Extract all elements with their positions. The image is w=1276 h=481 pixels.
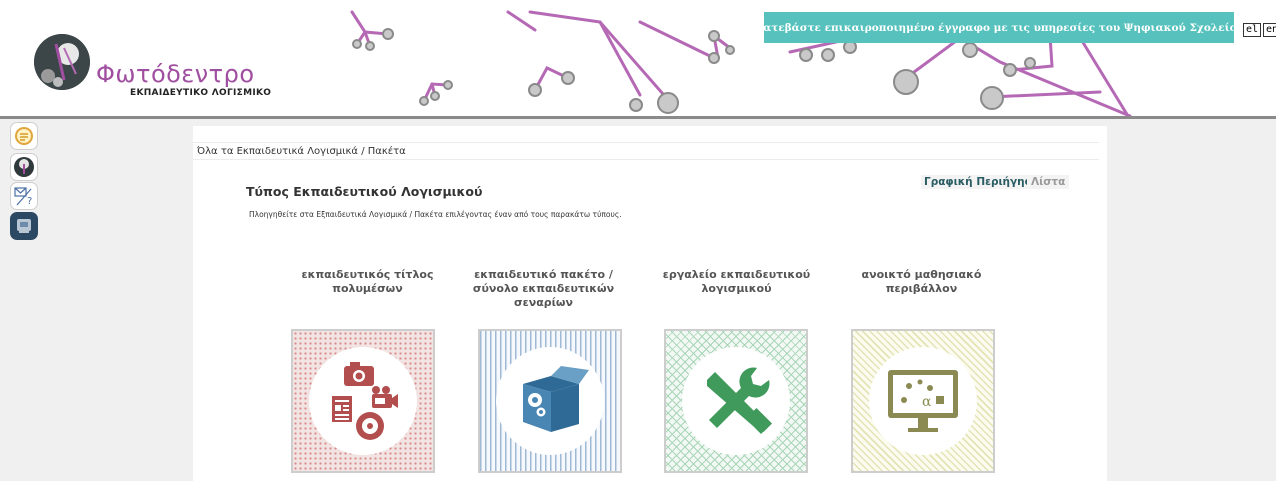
divider <box>193 142 1099 143</box>
type-card-multimedia[interactable] <box>291 329 435 473</box>
header-divider <box>0 116 1276 119</box>
type-card-tool[interactable] <box>664 329 808 473</box>
download-document-banner[interactable]: Κατεβάστε επικαιροποιημένο έγγραφο με τι… <box>754 12 1244 43</box>
site-subtitle: ΕΚΠΑΙΔΕΥΤΙΚΟ ΛΟΓΙΣΜΙΚΟ <box>130 88 272 98</box>
type-card-package[interactable] <box>478 329 622 473</box>
side-toolbar: ? <box>6 120 40 480</box>
type-label-tool[interactable]: εργαλείο εκπαιδευτικού λογισμικού <box>649 268 824 296</box>
language-en-button[interactable]: en <box>1263 23 1276 37</box>
type-label-package[interactable]: εκπαιδευτικό πακέτο / σύνολο εκπαιδευτικ… <box>456 268 631 310</box>
package-box-icon <box>496 347 604 455</box>
tools-icon <box>682 347 790 455</box>
learning-environment-icon: α <box>869 347 977 455</box>
contact-icon[interactable]: ? <box>10 182 38 210</box>
type-label-multimedia[interactable]: εκπαιδευτικός τίτλος πολυμέσων <box>280 268 455 296</box>
section-title: Τύπος Εκπαιδευτικού Λογισμικού <box>246 184 483 199</box>
logo-icon[interactable] <box>34 34 90 90</box>
help-icon[interactable] <box>10 122 38 150</box>
site-header: Φωτόδεντρο ΕΚΠΑΙΔΕΥΤΙΚΟ ΛΟΓΙΣΜΙΚΟ Κατεβά… <box>0 0 1276 118</box>
svg-text:?: ? <box>27 196 32 207</box>
type-card-environment[interactable]: α <box>851 329 995 473</box>
language-el-button[interactable]: el <box>1243 23 1262 37</box>
view-list-tab[interactable]: Λίστα <box>1027 175 1070 189</box>
divider <box>193 159 1099 160</box>
section-description: Πλοηγηθείτε στα Εξπαιδευτικά Λογισμικά /… <box>249 210 622 219</box>
type-label-environment[interactable]: ανοικτό μαθησιακό περιβάλλον <box>834 268 1009 296</box>
breadcrumb[interactable]: Όλα τα Εκπαιδευτικά Λογισμικά / Πακέτα <box>197 146 406 157</box>
multimedia-icon <box>309 347 417 455</box>
main-panel: Όλα τα Εκπαιδευτικά Λογισμικά / Πακέτα Γ… <box>193 126 1107 481</box>
site-title[interactable]: Φωτόδεντρο <box>96 60 255 88</box>
software-icon[interactable] <box>10 212 38 240</box>
tree-icon[interactable] <box>10 153 38 181</box>
svg-text:α: α <box>922 394 932 410</box>
view-graphic-tab[interactable]: Γραφική Περιήγηση <box>921 175 1044 189</box>
